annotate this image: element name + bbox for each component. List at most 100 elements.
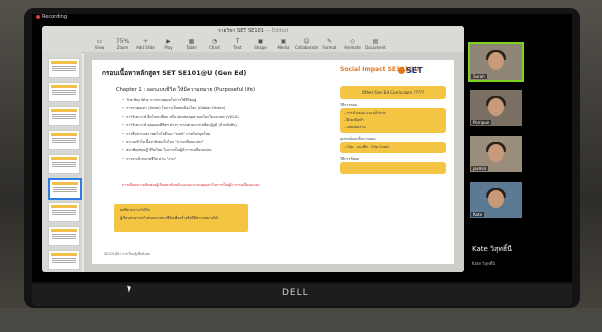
toolbar-button-table[interactable]: ▦ Table bbox=[180, 38, 203, 52]
slide-navigator[interactable] bbox=[42, 52, 82, 272]
toolbar-label: Zoom bbox=[116, 45, 129, 50]
slide-thumbnail[interactable] bbox=[48, 154, 80, 174]
laptop: Recording รายวิชา SET SE101 — Edited ▭ Vi… bbox=[24, 8, 580, 308]
toolbar-view-icon: ▭ bbox=[96, 38, 103, 45]
toolbar-document-icon: ▤ bbox=[372, 38, 379, 45]
toolbar-label: View bbox=[94, 45, 105, 50]
toolbar-button-add-slide[interactable]: + Add Slide bbox=[134, 38, 157, 52]
slide-canvas: กรอบเนื้อหาหลักสูตร SET SE101@U (Gen Ed)… bbox=[84, 52, 464, 272]
toolbar-label: Collaborate bbox=[295, 45, 319, 50]
slide-thumbnail[interactable] bbox=[48, 226, 80, 246]
toolbar-text-icon: T bbox=[235, 38, 240, 45]
recording-indicator: Recording bbox=[36, 14, 67, 20]
toolbar-button-shape[interactable]: ◼ Shape bbox=[249, 38, 272, 52]
toolbar-button-collaborate[interactable]: ☺ Collaborate bbox=[295, 38, 318, 52]
bullet-list: The Big Why การหาเหตุผลในการใช้ชีวิตอยู่… bbox=[122, 96, 332, 163]
bullet-item: การวิเคราะห์ ยีดโลกเปลี่ยน หรือ landscap… bbox=[122, 113, 332, 121]
keynote-toolbar: ▭ View 75% Zoom + Add Slide ▶ Play ▦ Table ◔ Chart T… bbox=[42, 36, 464, 53]
expected-outcome-text: ผู้เรียนสามารถกำหนดแนวทางชีวิตเพื่อสร้าง… bbox=[120, 216, 218, 220]
participant-name: Pornpun bbox=[471, 120, 492, 125]
toolbar-label: Table bbox=[186, 45, 197, 50]
slide-thumbnail[interactable] bbox=[48, 58, 80, 78]
toolbar-animate-icon: ◇ bbox=[350, 38, 355, 45]
set-logo: SET bbox=[398, 66, 423, 75]
evaluation-box bbox=[340, 162, 446, 174]
toolbar-button-animate[interactable]: ◇ Animate bbox=[341, 38, 364, 52]
participant-tile[interactable]: Sarah bbox=[468, 42, 524, 82]
toolbar-shape-icon: ◼ bbox=[258, 38, 263, 45]
participant-face bbox=[488, 190, 504, 208]
slide-thumbnail[interactable] bbox=[48, 178, 82, 200]
right-panel: Other Gen Ed Curriculum ????? วิธีการสอน… bbox=[340, 86, 446, 174]
participant-tile[interactable]: Kate bbox=[470, 182, 522, 218]
bullet-item: การสื่อสารแห่ง เทคโนโลยีรอง "core" ภาพโล… bbox=[122, 130, 332, 138]
teaching-method-item: - แสดงผลงาน bbox=[344, 125, 366, 129]
chapter-heading: Chapter 1 : ออกแบบชีวิต ให้มีความหมาย (P… bbox=[116, 87, 255, 93]
materials-items: - Clip - แบบฝึก - Flip Chart bbox=[344, 145, 389, 149]
slide-footer: SE101@U การเรียนรู้เพื่อสังคม bbox=[104, 252, 151, 256]
toolbar-button-document[interactable]: ▤ Document bbox=[364, 38, 387, 52]
slide-thumbnail[interactable] bbox=[48, 250, 80, 270]
bullet-item: การวิเคราะห์ คุณลอดพิชิตฯ ต่างๆ ระบบตามก… bbox=[122, 121, 332, 129]
toolbar-format-icon: ✎ bbox=[326, 38, 333, 45]
document-title: รายวิชา SET SE101 bbox=[218, 28, 264, 34]
active-speaker-sub: Kate วิสุทธิ์นี bbox=[472, 261, 495, 266]
bullet-item: ความเข้าใจเนื้อหาสังคมในโลก "การเปลี่ยนแ… bbox=[122, 138, 332, 146]
teaching-method-item: - การนำเสนอ และอภิปราย bbox=[344, 111, 386, 115]
edited-status: — Edited bbox=[265, 28, 288, 34]
slide-thumbnail[interactable] bbox=[48, 82, 80, 102]
set-logo-mark-icon bbox=[398, 67, 405, 74]
teaching-method-box: - การนำเสนอ และอภิปราย - ฝึกลงมือทำ - แสดง… bbox=[340, 108, 446, 133]
window-title-bar[interactable]: รายวิชา SET SE101 — Edited bbox=[42, 26, 464, 36]
participant-name: jasmin bbox=[471, 166, 489, 171]
laptop-screen: Recording รายวิชา SET SE101 — Edited ▭ Vi… bbox=[32, 14, 572, 282]
participant-name: Kate bbox=[471, 212, 485, 217]
bullet-item: การหาเป้าหมายชีวิต ผ่าน "งาน" bbox=[122, 155, 332, 163]
bullet-item: The Big Why การหาเหตุผลในการใช้ชีวิตอยู่ bbox=[122, 96, 332, 104]
participant-face bbox=[488, 52, 504, 70]
toolbar-label: Play bbox=[164, 45, 173, 50]
laptop-brand-logo: DELL bbox=[282, 288, 309, 298]
current-slide[interactable]: กรอบเนื้อหาหลักสูตร SET SE101@U (Gen Ed)… bbox=[92, 60, 454, 264]
other-curriculum-box: Other Gen Ed Curriculum ????? bbox=[340, 86, 446, 99]
toolbar-label: Animate bbox=[344, 45, 361, 50]
active-speaker-name: Kate วิสุทธิ์นี bbox=[472, 245, 512, 253]
toolbar-chart-icon: ◔ bbox=[211, 38, 218, 45]
toolbar-play-icon: ▶ bbox=[166, 38, 171, 45]
participant-name: Sarah bbox=[471, 74, 487, 79]
toolbar-label: Media bbox=[277, 45, 290, 50]
toolbar-button-format[interactable]: ✎ Format bbox=[318, 38, 341, 52]
slide-thumbnail[interactable] bbox=[48, 106, 80, 126]
toolbar-collaborate-icon: ☺ bbox=[303, 38, 310, 45]
toolbar-label: Document bbox=[365, 45, 386, 50]
toolbar-button-chart[interactable]: ◔ Chart bbox=[203, 38, 226, 52]
participant-face bbox=[488, 98, 504, 116]
teaching-method-item: - ฝึกลงมือทำ bbox=[344, 118, 364, 122]
slide-title: กรอบเนื้อหาหลักสูตร SET SE101@U (Gen Ed) bbox=[102, 69, 247, 77]
toolbar-label: Shape bbox=[254, 45, 267, 50]
record-dot-icon bbox=[36, 14, 40, 19]
toolbar-button-view[interactable]: ▭ View bbox=[88, 38, 111, 52]
bullet-item: การหาคุณค่า (Value) ในการเป็นพลเมืองโลก … bbox=[122, 104, 332, 112]
set-logo-text: SET bbox=[406, 66, 423, 75]
toolbar-button-media[interactable]: ▣ Media bbox=[272, 38, 295, 52]
toolbar-label: Chart bbox=[209, 45, 220, 50]
toolbar-add-slide-icon: + bbox=[142, 38, 149, 45]
expected-outcome-title: ผลที่คาดว่าจะได้รับ bbox=[120, 208, 150, 212]
slide-thumbnail[interactable] bbox=[48, 202, 80, 222]
keynote-window: รายวิชา SET SE101 — Edited ▭ View 75% Zoom +… bbox=[42, 26, 464, 272]
participant-face bbox=[488, 144, 504, 162]
toolbar-label: Text bbox=[233, 45, 242, 50]
toolbar-label: Add Slide bbox=[136, 45, 155, 50]
toolbar-button-play[interactable]: ▶ Play bbox=[157, 38, 180, 52]
toolbar-button-text[interactable]: T Text bbox=[226, 38, 249, 52]
toolbar-zoom-icon: 75% bbox=[115, 38, 130, 45]
red-note: การเชื่อมความคิดของผู้เรียนสะท้อนตัวเองแ… bbox=[122, 183, 260, 187]
participant-tile[interactable]: Pornpun bbox=[470, 90, 522, 126]
slide-thumbnail[interactable] bbox=[48, 130, 80, 150]
bullet-item: สมาทิต/ทฤษฎี ชีวิตใหม่ ในการเป็นผู้นำการ… bbox=[122, 146, 332, 154]
toolbar-button-zoom[interactable]: 75% Zoom bbox=[111, 38, 134, 52]
toolbar-table-icon: ▦ bbox=[188, 38, 195, 45]
participant-tile[interactable]: jasmin bbox=[470, 136, 522, 172]
toolbar-label: Format bbox=[322, 45, 337, 50]
